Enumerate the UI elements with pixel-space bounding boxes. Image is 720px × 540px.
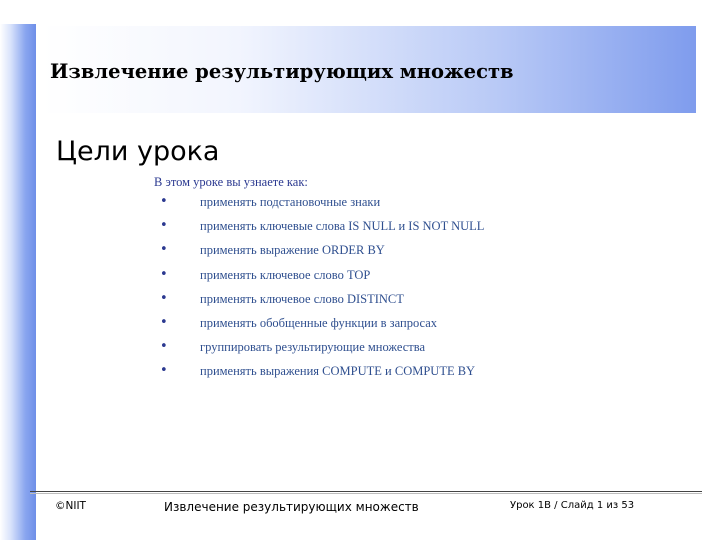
title-band: Извлечение результирующих множеств xyxy=(42,26,696,113)
footer-copyright: ©NIIT xyxy=(55,500,86,512)
bullet-icon: • xyxy=(160,194,168,209)
bullet-icon: • xyxy=(160,242,168,258)
intro-text: В этом уроке вы узнаете как: xyxy=(154,175,308,189)
bullet-text: применять ключевое слово TOP xyxy=(200,267,371,282)
bullet-icon: • xyxy=(160,290,168,306)
section-heading: Цели урока xyxy=(56,136,220,167)
footer-divider-shadow xyxy=(30,493,702,494)
left-gradient-bar xyxy=(0,24,36,540)
slide-title: Извлечение результирующих множеств xyxy=(50,60,514,83)
bullet-icon: • xyxy=(160,314,168,330)
footer-slide-number: Урок 1B / Слайд 1 из 53 xyxy=(510,500,635,511)
bullet-text: группировать результирующие множества xyxy=(200,340,426,355)
bullet-text: применять выражение ORDER BY xyxy=(200,243,385,258)
bullet-text: применять выражения COMPUTE и COMPUTE BY xyxy=(200,364,476,379)
footer-divider xyxy=(30,491,702,492)
footer-title: Извлечение результирующих множеств xyxy=(164,500,419,514)
bullet-icon: • xyxy=(160,339,168,355)
bullet-icon: • xyxy=(160,218,168,234)
bullet-icon: • xyxy=(160,266,168,282)
bullet-text: применять обобщенные функции в запросах xyxy=(200,315,437,330)
bullet-text: применять ключевые слова IS NULL и IS NO… xyxy=(200,219,485,234)
bullet-text: применять ключевое слово DISTINCT xyxy=(200,291,404,306)
bullet-icon: • xyxy=(160,363,168,379)
bullet-text: применять подстановочные знаки xyxy=(200,195,381,209)
